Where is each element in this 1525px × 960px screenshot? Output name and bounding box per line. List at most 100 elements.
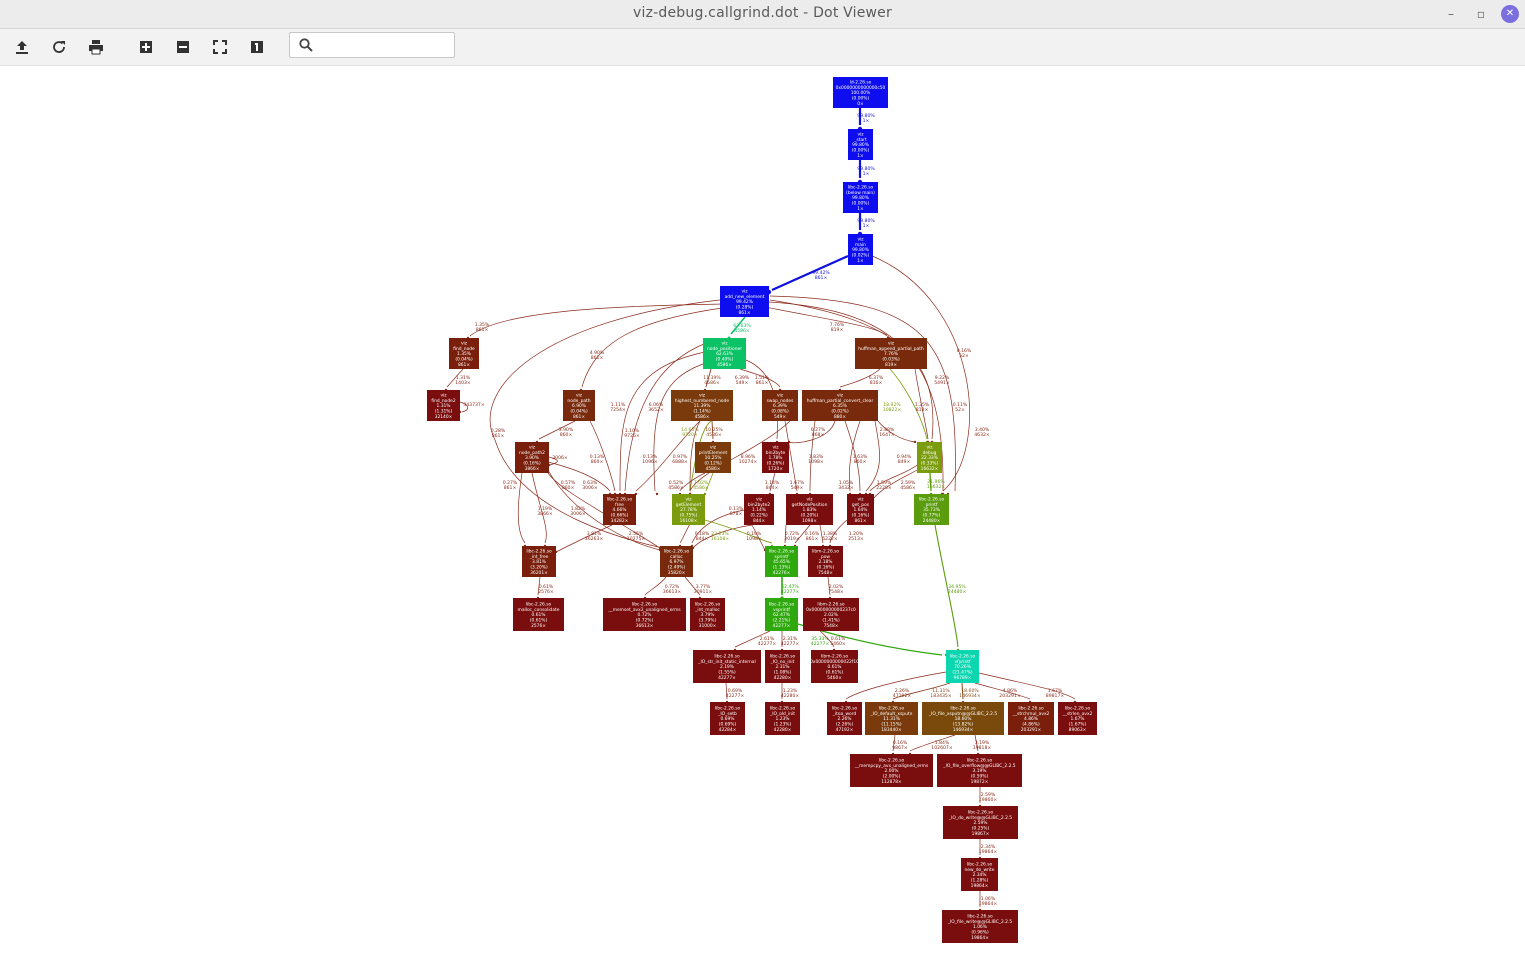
function-node[interactable]: libc-2.26.so _IO_file_xsputn@@GLIBC_2.2.5… xyxy=(922,702,1004,735)
call-edge[interactable]: 1.38% 5222× xyxy=(819,524,838,548)
function-node[interactable]: viz highest_numbered_node 11.39% (1.14%) 458… xyxy=(671,390,733,421)
function-node[interactable]: viz bin2byte2 1.14% (0.22%) 844× xyxy=(744,494,774,525)
zoom-100-button[interactable] xyxy=(246,36,268,58)
call-edge[interactable]: 99.80% 1× xyxy=(857,160,875,185)
call-edge[interactable]: 343737× xyxy=(458,401,485,414)
call-edge[interactable]: 2.02% 7548× xyxy=(827,576,844,600)
minimize-button[interactable]: – xyxy=(1442,5,1460,23)
function-node[interactable]: viz main 99.80% (0.02%) 1× xyxy=(848,234,873,265)
function-node[interactable]: libc-2.26.so free 4.66% (0.66%) 34282× xyxy=(603,494,636,525)
function-node[interactable]: libc-2.26.so _IO_file_write@@GLIBC_2.2.5 1… xyxy=(942,910,1018,943)
call-edge[interactable]: 3.19% 19818× xyxy=(973,734,992,756)
restore-button[interactable]: ▫ xyxy=(1472,5,1490,23)
function-node[interactable]: viz getNodePosition 1.83% (0.20%) 1098× xyxy=(786,494,833,525)
function-node[interactable]: viz get_pos 1.64% (0.16%) 861× xyxy=(847,494,874,525)
function-node[interactable]: libc-2.26.so sprintf 45.65% (1.13%) 42276× xyxy=(765,546,798,577)
function-node[interactable]: viz node_path 6.90% (0.04%) 861× xyxy=(563,390,595,421)
function-node[interactable]: libc-2.26.so vfprintf 70.26% (21.47%) 96789× xyxy=(946,650,979,683)
function-node[interactable]: libc-2.26.so _IO_do_write@@GLIBC_2.2.5 2.5… xyxy=(943,806,1018,839)
call-edge[interactable]: 0.61% 2576× xyxy=(536,576,554,600)
call-edge[interactable]: 18.60% 146934× xyxy=(959,682,981,704)
function-node[interactable]: libc-2.26.so __mempcpy_avx_unaligned_erms… xyxy=(850,754,933,787)
function-node[interactable]: libc-2.26.so _IO_str_init_static_internal… xyxy=(693,650,761,683)
call-edge[interactable]: 4.90% 861× xyxy=(579,307,723,392)
call-edge[interactable]: 99.42% 861× xyxy=(766,254,849,295)
function-node[interactable]: viz node_positioner 62.63% (0.49%) 4586× xyxy=(703,338,746,369)
function-node[interactable]: libc-2.26.so _IO_setb 0.69% (0.69%) 42284× xyxy=(710,702,745,735)
search-input[interactable] xyxy=(320,35,452,57)
search-box[interactable] xyxy=(289,32,455,58)
call-edge[interactable]: 99.80% 1× xyxy=(857,108,875,132)
function-node[interactable]: libc-2.26.so __strlen_avx2 1.67% (1.67%) 890… xyxy=(1058,702,1097,735)
call-edge[interactable]: 62.63% 4586× xyxy=(727,316,752,340)
call-edge[interactable]: 6.37% 816× xyxy=(838,368,884,392)
call-edge[interactable]: 1.35% 861× xyxy=(466,303,725,340)
function-node[interactable]: viz add_new_element 99.42% (0.28%) 861× xyxy=(720,286,769,317)
call-edge[interactable]: 0.19% 1098× xyxy=(746,524,767,552)
function-node[interactable]: libc-2.26.so _int_free 3.81% (3.20%) 36201× xyxy=(522,546,556,577)
call-edge[interactable]: 0.27% 868× xyxy=(787,420,836,444)
function-node[interactable]: libc-2.26.so _IO_no_init 2.31% (1.08%) 42280… xyxy=(765,650,800,683)
reload-button[interactable] xyxy=(48,36,70,58)
function-node[interactable]: viz huffman_append_partial_path 7.76% (0.03… xyxy=(855,338,927,369)
function-node[interactable]: libc-2.26.so _IO_file_overflow@@GLIBC_2.2… xyxy=(937,754,1022,787)
call-edge[interactable]: 7.02% 4586× xyxy=(693,472,714,496)
function-node[interactable]: libc-2.26.so _itoa_word 2.26% (2.26%) 47192× xyxy=(827,702,862,735)
function-node[interactable]: viz debug 22.33% (0.33%) 16632× xyxy=(917,442,942,473)
function-node[interactable]: viz find_node 1.35% (0.04%) 861× xyxy=(449,338,479,369)
function-node[interactable]: viz printElement 10.25% (0.12%) 4586× xyxy=(695,442,731,473)
call-edge[interactable]: 0.69% 42277× xyxy=(725,682,745,704)
function-node[interactable]: viz swap_nodes 6.39% (0.08%) 549× xyxy=(762,390,798,421)
function-node[interactable]: libc-2.26.so _int_malloc 3.79% (3.79%) 31000… xyxy=(690,598,725,631)
function-node[interactable]: libm-2.26.so 0x0000000000022f10 0.61% (0.61… xyxy=(810,650,859,683)
function-node[interactable]: viz getElement 27.78% (0.75%) 16108× xyxy=(672,494,705,525)
function-node[interactable]: libc-2.26.so printf 35.73% (0.77%) 24480× xyxy=(914,494,949,525)
function-node[interactable]: viz node_path2 3.90% (0.16%) 3866× xyxy=(515,442,549,473)
function-node[interactable]: libm-2.26.so 0x00000000000237c0 2.02% (1.41… xyxy=(803,598,859,631)
function-node[interactable]: libc-2.26.so new_do_write 2.34% (1.28%) 1986… xyxy=(961,858,998,891)
call-edge[interactable]: 0.72% 36613× xyxy=(643,576,682,600)
call-edge[interactable]: 3.81% 36263× xyxy=(554,524,613,554)
function-node[interactable]: libc-2.26.so vsprintf 62.47% (2.21%) 42277× xyxy=(765,598,798,631)
call-edge[interactable]: 11.39% 4586× xyxy=(703,368,721,392)
call-edge[interactable]: 2.61% 42277× xyxy=(733,630,777,652)
graph-canvas[interactable]: 99.80% 1× 99.80% 1× 99.80% 1× 99.42% 861× 62.63%… xyxy=(0,66,1525,956)
call-edge[interactable]: 1.84% 102607× xyxy=(908,734,956,756)
call-edge[interactable]: 34.95% 24480× xyxy=(934,524,966,652)
print-button[interactable] xyxy=(85,36,107,58)
function-node[interactable]: viz bin2byte 1.78% (0.26%) 1720× xyxy=(762,442,789,473)
function-node[interactable]: libc-2.26.so _IO_old_init 1.23% (1.23%) 4228… xyxy=(765,702,800,735)
function-node[interactable]: libc-2.26.so __memset_avx2_unaligned_erms… xyxy=(603,598,686,631)
function-node[interactable]: viz _start 99.80% (0.00%) 1× xyxy=(848,129,873,160)
function-node[interactable]: ld-2.26.so 0x0000000000000c50 100.00% (0.00… xyxy=(833,77,888,108)
call-edge[interactable]: 0.63% 3006× xyxy=(547,461,612,496)
zoom-fit-button[interactable] xyxy=(209,36,231,58)
function-node[interactable]: libc-2.26.so (below main) 99.80% (0.00%) 1× xyxy=(843,182,878,213)
call-edge[interactable]: 0.72% 2019× xyxy=(783,524,800,548)
close-button[interactable]: ✕ xyxy=(1501,5,1519,23)
call-edge[interactable]: 1.11% 7254× xyxy=(610,351,706,496)
zoom-out-button[interactable] xyxy=(172,36,194,58)
call-edge[interactable]: 2.88% 1647× xyxy=(877,420,917,444)
open-button[interactable] xyxy=(11,36,33,58)
call-edge[interactable]: 2.31% 42277× xyxy=(781,631,800,652)
call-edge[interactable]: 0.16% 9867× xyxy=(891,734,908,756)
function-node[interactable]: libc-2.26.so _IO_default_xsputn 11.31% (11.… xyxy=(865,702,918,735)
call-edge[interactable]: 1.35% 819× xyxy=(914,368,930,444)
call-edge[interactable]: 1.23% 42280× xyxy=(781,683,800,704)
function-node[interactable]: libc-2.26.so malloc_consolidate 0.61% (0.61… xyxy=(513,598,564,631)
call-edge[interactable]: 1.31% 1403× xyxy=(444,368,471,392)
call-edge[interactable]: 3.90% 860× xyxy=(535,420,576,444)
call-edge[interactable]: 1.19% 3866× xyxy=(531,472,553,548)
call-edge[interactable]: 1.14% 844× xyxy=(765,472,780,496)
call-edge[interactable]: 4.86% 203291× xyxy=(974,682,1032,704)
call-edge[interactable]: 21.96% 16632× xyxy=(927,472,946,496)
function-node[interactable]: libm-2.26.so pow 2.18% (0.16%) 7548× xyxy=(808,546,843,577)
call-edge[interactable]: 3.77% 30911× xyxy=(684,576,712,600)
call-edge[interactable]: 1.06% 19864× xyxy=(979,891,998,912)
call-edge[interactable]: 62.47% 42277× xyxy=(780,577,799,600)
function-node[interactable]: viz huffman_partial_convert_clear 6.35% (0.… xyxy=(802,390,878,421)
function-node[interactable]: viz find_node2 1.31% (1.31%) 32140× xyxy=(427,390,460,421)
zoom-in-button[interactable] xyxy=(135,36,157,58)
call-edge[interactable]: 2.59% 19860× xyxy=(979,787,998,808)
